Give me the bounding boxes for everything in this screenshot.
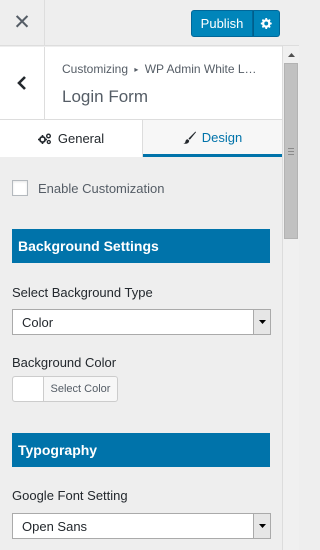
typography-heading: Typography [12,433,270,467]
chevron-left-icon [17,76,26,90]
page-title: Login Form [62,87,148,106]
close-icon: ✕ [13,11,31,34]
enable-customization-checkbox[interactable] [12,180,28,196]
font-value: Open Sans [22,518,88,534]
publish-settings-button[interactable] [253,10,280,37]
tab-general[interactable]: General [0,120,143,157]
dropdown-arrow-icon [253,514,270,538]
cogs-icon [37,133,52,145]
tab-design[interactable]: Design [143,120,282,157]
panel-scrollbar[interactable] [282,46,299,550]
color-swatch [13,377,44,401]
enable-customization-row: Enable Customization [12,180,164,196]
tab-bar: General Design [0,120,282,157]
select-color-label: Select Color [50,383,111,395]
publish-group: Publish [191,10,280,37]
breadcrumb-separator: ▸ [134,65,139,74]
bg-color-picker-button[interactable]: Select Color [12,376,118,402]
scroll-up-arrow[interactable] [283,46,299,63]
back-button[interactable] [0,47,45,119]
bg-type-select[interactable]: Color [12,309,271,335]
dropdown-arrow-icon [253,310,270,334]
gear-icon [260,18,272,29]
paintbrush-icon [183,131,196,144]
font-setting-label: Google Font Setting [12,488,128,503]
font-select[interactable]: Open Sans [12,513,271,539]
publish-button[interactable]: Publish [191,10,253,37]
background-settings-heading: Background Settings [12,229,270,263]
bg-type-value: Color [22,314,54,330]
bg-color-label: Background Color [12,355,117,370]
breadcrumb-root: Customizing [62,62,129,76]
enable-customization-label[interactable]: Enable Customization [38,181,164,196]
close-button[interactable]: ✕ [0,0,45,45]
scroll-up-icon [287,52,295,57]
tab-design-label: Design [201,129,243,145]
section-header: Customizing ▸ WP Admin White L… Login Fo… [0,47,282,120]
scroll-thumb[interactable] [284,63,298,239]
breadcrumb: Customizing ▸ WP Admin White L… [62,62,257,76]
tab-general-label: General [57,131,105,146]
bg-type-label: Select Background Type [12,285,153,300]
customizer-topbar: ✕ Publish [0,0,299,46]
breadcrumb-plugin: WP Admin White L… [144,62,257,76]
